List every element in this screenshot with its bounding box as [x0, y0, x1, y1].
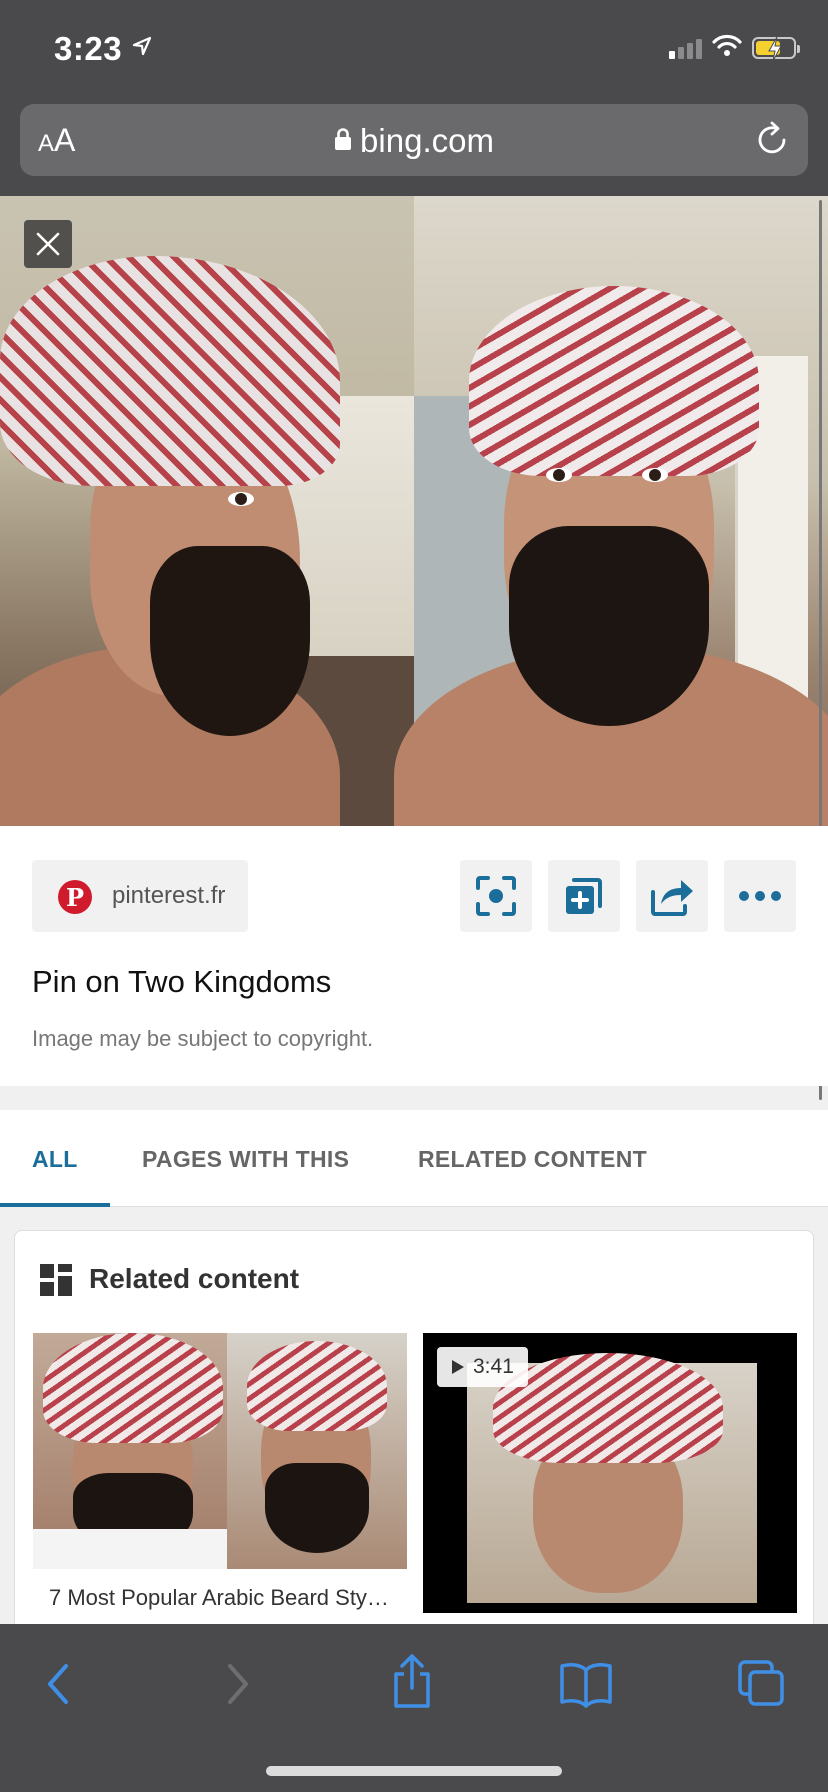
close-icon [36, 232, 60, 256]
related-content-card: Related content 7 Most Popular Arabic Be… [14, 1230, 814, 1652]
share-toolbar-button[interactable] [384, 1652, 440, 1717]
image-title[interactable]: Pin on Two Kingdoms [32, 964, 331, 1000]
status-indicators [669, 34, 800, 61]
video-duration: 3:41 [473, 1355, 514, 1378]
image-viewer[interactable] [0, 196, 828, 826]
book-icon [560, 1663, 612, 1708]
address-display[interactable]: bing.com [20, 122, 808, 160]
add-collection-icon [566, 878, 602, 914]
tab-related-content[interactable]: RELATED CONTENT [418, 1146, 647, 1173]
forward-button[interactable] [216, 1658, 256, 1715]
visual-search-icon [476, 876, 516, 916]
close-viewer-button[interactable] [24, 220, 72, 268]
address-bar[interactable]: AA bing.com [20, 104, 808, 176]
related-thumbnail-beard-styles[interactable] [33, 1333, 407, 1569]
more-options-button[interactable] [724, 860, 796, 932]
back-chevron-icon [48, 1664, 68, 1704]
tab-pages-with-this[interactable]: PAGES WITH THIS [142, 1146, 349, 1173]
tab-all[interactable]: ALL [32, 1146, 78, 1173]
location-arrow-icon [132, 36, 152, 61]
image-info-panel: P pinterest.fr Pin on Two Kingdoms Image… [0, 826, 828, 1086]
cellular-signal-icon [669, 37, 702, 59]
related-content-heading: Related content [89, 1263, 300, 1294]
share-sheet-icon [394, 1654, 430, 1708]
play-icon [452, 1360, 464, 1374]
share-icon [651, 880, 693, 916]
related-video-thumbnail[interactable]: 3:41 [423, 1333, 797, 1613]
active-tab-indicator [0, 1203, 110, 1207]
url-domain: bing.com [360, 122, 494, 159]
share-button[interactable] [636, 860, 708, 932]
add-to-collection-button[interactable] [548, 860, 620, 932]
tabs-button[interactable] [736, 1658, 788, 1715]
status-time: 3:23 [54, 30, 123, 67]
source-link[interactable]: P pinterest.fr [32, 860, 248, 932]
related-caption[interactable]: 7 Most Popular Arabic Beard Sty… [49, 1585, 399, 1611]
bookmarks-button[interactable] [558, 1658, 614, 1715]
photo-profile-view [0, 196, 418, 826]
battery-icon [752, 36, 800, 61]
video-duration-badge: 3:41 [437, 1347, 528, 1387]
forward-chevron-icon [228, 1664, 248, 1704]
wifi-icon [712, 34, 742, 61]
copyright-note: Image may be subject to copyright. [32, 1026, 374, 1051]
more-icon [739, 891, 781, 901]
tabs-icon [738, 1660, 784, 1706]
pinterest-logo-icon: P [58, 880, 92, 914]
grid-icon [39, 1263, 73, 1302]
browser-toolbar [0, 1624, 828, 1792]
back-button[interactable] [40, 1658, 80, 1715]
reload-icon[interactable] [754, 120, 790, 163]
source-domain: pinterest.fr [112, 882, 226, 909]
lock-icon [334, 121, 352, 159]
photo-front-view [394, 196, 828, 826]
home-indicator[interactable] [266, 1766, 562, 1776]
browser-top-chrome: 3:23 AA bing.com [0, 0, 828, 196]
visual-search-button[interactable] [460, 860, 532, 932]
result-tabs: ALL PAGES WITH THIS RELATED CONTENT [0, 1110, 828, 1207]
